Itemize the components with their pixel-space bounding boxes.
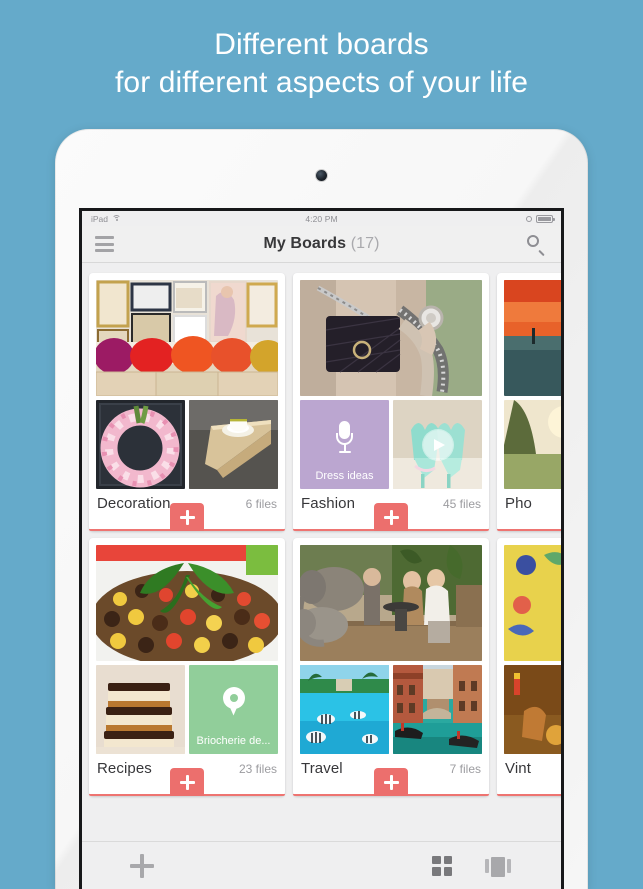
board-card-decoration[interactable]: Decoration 6 files <box>89 273 285 531</box>
search-icon[interactable] <box>526 234 546 257</box>
add-to-board-button[interactable] <box>170 503 204 531</box>
board-card-fashion[interactable]: Dress ideas Fashion 45 files <box>293 273 489 531</box>
board-card-footer: Vint <box>504 754 561 777</box>
board-card-vintage[interactable]: Vint <box>497 538 561 796</box>
navigation-bar: My Boards (17) <box>82 226 561 263</box>
handbag-tweed-photo <box>300 280 482 396</box>
board-sub-tiles: Briocherie de... <box>96 665 278 754</box>
board-sub-tiles <box>300 665 482 754</box>
board-file-count: 7 files <box>449 762 481 776</box>
tulip-wreath-photo <box>96 400 185 489</box>
headline-line-1: Different boards <box>214 28 429 61</box>
board-name: Recipes <box>97 760 152 777</box>
add-to-board-button[interactable] <box>374 503 408 531</box>
bottom-toolbar <box>82 841 561 889</box>
board-sub-tiles <box>504 665 561 754</box>
board-sub-tiles <box>96 400 278 489</box>
board-name: Decoration <box>97 495 171 512</box>
tropical-lagoon-photo <box>300 665 389 754</box>
add-to-board-button[interactable] <box>374 768 408 796</box>
gallery-wall-photo <box>96 280 278 396</box>
board-tile-photo[interactable] <box>300 665 389 754</box>
boards-grid[interactable]: Decoration 6 files Dress ideas Fashion 4… <box>82 263 561 838</box>
board-card-photos[interactable]: Pho <box>497 273 561 531</box>
battery-icon <box>536 214 555 223</box>
board-hero-image[interactable] <box>300 545 482 661</box>
board-tile-video[interactable] <box>393 400 482 489</box>
add-to-board-button[interactable] <box>170 768 204 796</box>
map-pin-icon <box>222 686 245 717</box>
board-card-travel[interactable]: Travel 7 files <box>293 538 489 796</box>
board-tile-voice-note[interactable]: Dress ideas <box>300 400 389 489</box>
status-bar: iPad 4:20 PM <box>82 211 561 226</box>
play-icon[interactable] <box>422 429 453 460</box>
board-card-accent-rule <box>497 529 561 531</box>
board-hero-image[interactable] <box>300 280 482 396</box>
vintage-brown-poster-photo <box>504 665 561 754</box>
board-row: Briocherie de... Recipes 23 files Travel… <box>89 538 561 796</box>
bean-corn-salad-photo <box>96 545 278 661</box>
microphone-icon <box>332 420 358 455</box>
venice-canal-photo <box>393 665 482 754</box>
board-file-count: 45 files <box>442 497 481 511</box>
ipad-device-frame: iPad 4:20 PM My Boards (17) Decoration 6… <box>55 129 588 889</box>
sunset-lake-photo <box>504 280 561 396</box>
plus-icon[interactable] <box>130 853 154 878</box>
vintage-yellow-art-photo <box>504 545 561 661</box>
board-name: Fashion <box>301 495 356 512</box>
carousel-view-icon[interactable] <box>485 855 511 877</box>
status-bar-right <box>526 214 555 223</box>
board-hero-image[interactable] <box>96 545 278 661</box>
board-sub-tiles <box>504 400 561 489</box>
dessert-bars-photo <box>96 665 185 754</box>
board-tile-photo[interactable] <box>189 400 278 489</box>
elephants-dining-photo <box>300 545 482 661</box>
board-tile-place[interactable]: Briocherie de... <box>189 665 278 754</box>
grid-view-icon[interactable] <box>432 855 452 876</box>
board-tile-photo[interactable] <box>96 400 185 489</box>
navbar-board-count: (17) <box>350 235 380 252</box>
board-file-count: 6 files <box>245 497 277 511</box>
navbar-title-text: My Boards <box>263 235 347 252</box>
board-card-footer: Pho <box>504 489 561 512</box>
board-name: Pho <box>505 495 532 512</box>
board-hero-image[interactable] <box>504 545 561 661</box>
board-hero-image[interactable] <box>504 280 561 396</box>
navbar-title: My Boards (17) <box>82 235 561 253</box>
board-tile-photo[interactable] <box>504 400 561 489</box>
voice-note-label: Dress ideas <box>315 470 374 482</box>
carrier-label: iPad <box>91 213 109 224</box>
rotation-lock-icon <box>526 215 532 222</box>
wifi-icon <box>112 215 122 222</box>
status-bar-left: iPad <box>91 213 122 224</box>
board-name: Travel <box>301 760 343 777</box>
teacup-tray-photo <box>189 400 278 489</box>
board-tile-photo[interactable] <box>504 665 561 754</box>
board-sub-tiles: Dress ideas <box>300 400 482 489</box>
status-bar-time: 4:20 PM <box>305 213 338 224</box>
page-title: Different boards for different aspects o… <box>0 26 643 103</box>
headline-line-2: for different aspects of your life <box>114 66 529 100</box>
sunlit-trees-photo <box>504 400 561 489</box>
hamburger-menu-icon[interactable] <box>95 236 114 252</box>
board-tile-photo[interactable] <box>96 665 185 754</box>
front-camera <box>315 170 327 181</box>
board-card-accent-rule <box>497 794 561 796</box>
board-file-count: 23 files <box>238 762 277 776</box>
board-hero-image[interactable] <box>96 280 278 396</box>
device-screen: iPad 4:20 PM My Boards (17) Decoration 6… <box>79 208 564 889</box>
board-card-recipes[interactable]: Briocherie de... Recipes 23 files <box>89 538 285 796</box>
board-tile-photo[interactable] <box>393 665 482 754</box>
board-row: Decoration 6 files Dress ideas Fashion 4… <box>89 273 561 531</box>
place-label: Briocherie de... <box>196 735 271 747</box>
board-name: Vint <box>505 760 531 777</box>
